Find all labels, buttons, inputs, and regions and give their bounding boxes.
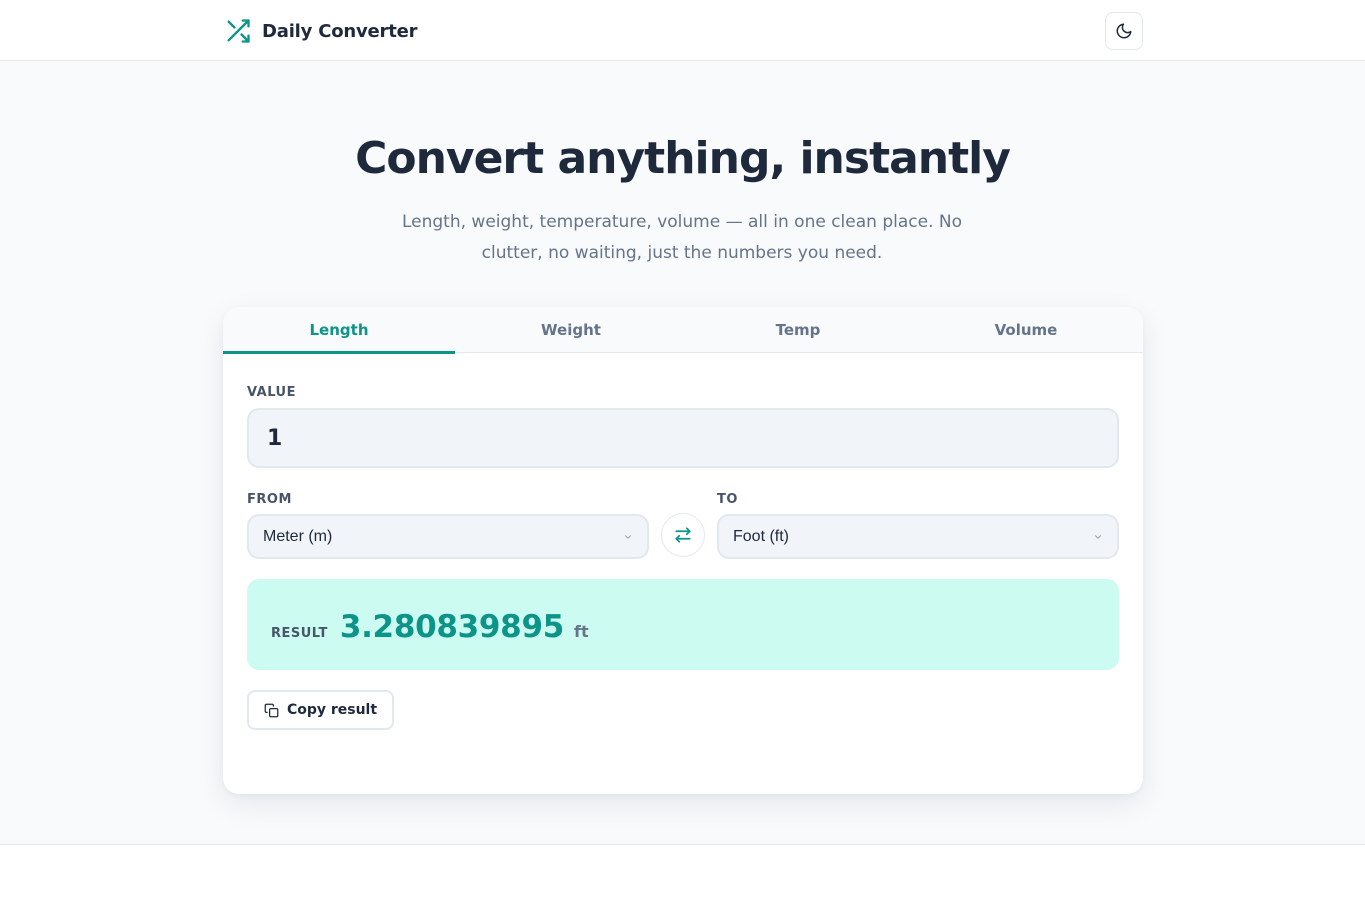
- main-content: Convert anything, instantly Length, weig…: [0, 61, 1365, 845]
- swap-units-button[interactable]: [661, 513, 705, 557]
- to-label: TO: [717, 492, 738, 507]
- from-label: FROM: [247, 492, 292, 507]
- category-tabs: Length Weight Temp Volume: [223, 307, 1143, 354]
- copy-icon: [264, 703, 279, 717]
- top-header: Daily Converter: [0, 0, 1365, 61]
- shuffle-icon: [227, 19, 250, 43]
- theme-toggle-button[interactable]: [1105, 12, 1143, 50]
- to-unit-value: Foot (ft): [733, 527, 790, 545]
- tab-weight[interactable]: Weight: [455, 307, 687, 353]
- from-unit-select[interactable]: Meter (m): [247, 514, 649, 559]
- result-value: 3.280839895: [339, 609, 564, 645]
- tab-volume[interactable]: Volume: [909, 307, 1143, 353]
- from-unit-value: Meter (m): [263, 527, 333, 545]
- value-label: VALUE: [247, 385, 296, 400]
- copy-result-button[interactable]: Copy result: [247, 690, 394, 730]
- swap-arrows-icon: [675, 527, 691, 543]
- moon-icon: [1116, 23, 1132, 39]
- value-input[interactable]: [247, 408, 1119, 468]
- chevron-down-icon: [1094, 534, 1102, 539]
- copy-result-label: Copy result: [286, 702, 378, 718]
- result-panel: RESULT 3.280839895 ft: [247, 579, 1119, 670]
- brand-name: Daily Converter: [262, 20, 418, 42]
- tab-length[interactable]: Length: [223, 307, 455, 354]
- to-unit-select[interactable]: Foot (ft): [717, 514, 1119, 559]
- brand[interactable]: Daily Converter: [224, 16, 418, 46]
- page-title: Convert anything, instantly: [355, 133, 1011, 184]
- chevron-down-icon: [624, 534, 632, 539]
- result-label: RESULT: [271, 626, 328, 641]
- converter-card: Length Weight Temp Volume VALUE FROM Met…: [223, 307, 1143, 794]
- page-subtitle: Length, weight, temperature, volume — al…: [401, 212, 962, 263]
- result-unit: ft: [574, 622, 589, 641]
- tab-temp[interactable]: Temp: [687, 307, 909, 353]
